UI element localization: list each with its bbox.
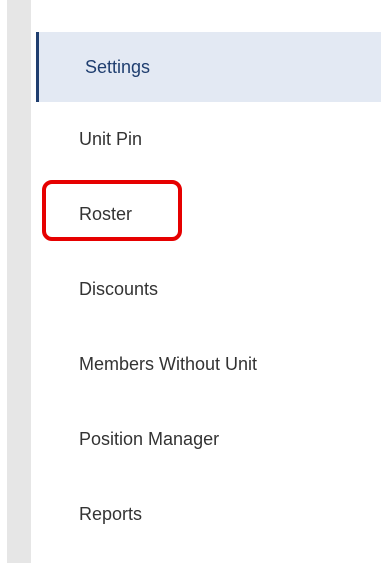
- sidebar-item-label: Settings: [85, 56, 151, 77]
- sidebar-item-label: Roster: [79, 204, 133, 224]
- sidebar-item-position-manager[interactable]: Position Manager: [36, 402, 381, 477]
- sidebar-item-label: Members Without Unit: [79, 354, 258, 374]
- sidebar-item-label: Position Manager: [79, 429, 220, 449]
- sidebar-nav: Settings Unit Pin Roster Discounts Membe…: [36, 32, 381, 552]
- sidebar-item-roster[interactable]: Roster: [36, 177, 381, 252]
- sidebar-item-label: Reports: [79, 504, 143, 524]
- left-scroll-rail: [7, 0, 31, 563]
- sidebar-item-unit-pin[interactable]: Unit Pin: [36, 102, 381, 177]
- sidebar-item-label: Unit Pin: [79, 129, 143, 149]
- sidebar-item-members-without-unit[interactable]: Members Without Unit: [36, 327, 381, 402]
- sidebar-item-label: Discounts: [79, 279, 159, 299]
- sidebar-item-discounts[interactable]: Discounts: [36, 252, 381, 327]
- sidebar-item-settings[interactable]: Settings: [36, 32, 381, 102]
- sidebar-item-reports[interactable]: Reports: [36, 477, 381, 552]
- page: Settings Unit Pin Roster Discounts Membe…: [0, 0, 385, 563]
